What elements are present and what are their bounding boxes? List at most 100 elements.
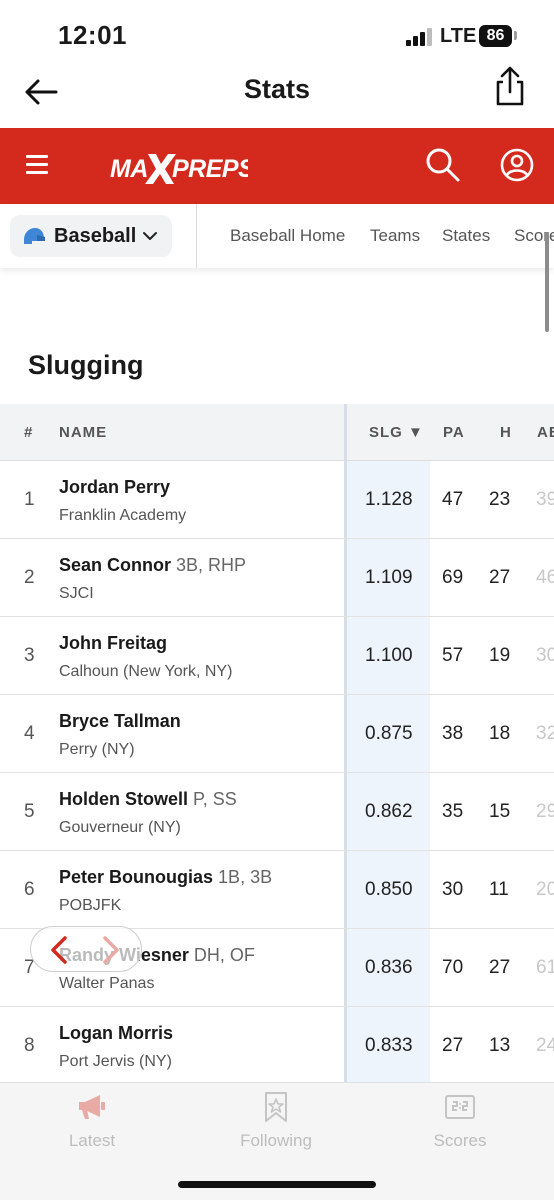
row-rank: 2	[24, 567, 35, 588]
player-name[interactable]: Sean Connor 3B, RHP	[59, 555, 246, 576]
cell-slg: 0.862	[365, 801, 413, 822]
home-indicator	[178, 1181, 376, 1188]
player-school: SJCI	[59, 585, 94, 602]
search-button[interactable]	[424, 146, 462, 184]
player-name[interactable]: Logan Morris	[59, 1023, 173, 1044]
maxpreps-header: MA PREPS	[0, 128, 554, 204]
player-name[interactable]: Bryce Tallman	[59, 711, 181, 732]
chevron-right-icon	[103, 936, 119, 964]
player-school: POBJFK	[59, 897, 122, 914]
scoreboard-icon	[445, 1095, 475, 1119]
search-icon	[426, 148, 460, 182]
table-row[interactable]: 2 Sean Connor 3B, RHP SJCI 1.109 69 27 4…	[0, 539, 554, 617]
cell-h: 23	[489, 489, 511, 510]
tab-label: Latest	[68, 1131, 116, 1150]
player-name-text: John Freitag	[59, 633, 168, 653]
player-school: Franklin Academy	[59, 507, 187, 524]
cell-slg: 0.836	[365, 957, 413, 978]
link-baseball-home[interactable]: Baseball Home	[230, 226, 345, 246]
player-school: Calhoun (New York, NY)	[59, 663, 233, 680]
cell-h: 11	[489, 879, 509, 900]
row-rank: 6	[24, 879, 35, 900]
col-slg[interactable]: SLG ▼	[369, 424, 424, 441]
cell-ab: 39	[536, 489, 554, 510]
cell-pa: 47	[442, 489, 464, 510]
link-teams[interactable]: Teams	[370, 226, 420, 246]
col-name[interactable]: NAME	[59, 424, 107, 441]
cell-ab: 61	[536, 957, 554, 978]
cell-h: 19	[489, 645, 511, 666]
status-time: 12:01	[58, 20, 127, 50]
table-row[interactable]: 8 Logan Morris Port Jervis (NY) 0.833 27…	[0, 1007, 554, 1082]
back-button[interactable]	[22, 72, 62, 112]
account-button[interactable]	[498, 146, 536, 184]
cell-pa: 69	[442, 567, 464, 588]
maxpreps-logo[interactable]: MA PREPS	[108, 148, 256, 188]
cell-slg: 0.850	[365, 879, 413, 900]
player-name-text: Sean Connor	[59, 555, 172, 575]
cell-pa: 35	[442, 801, 464, 822]
cell-ab: 24	[536, 1035, 554, 1056]
col-h[interactable]: H	[500, 424, 512, 441]
svg-text:MA: MA	[110, 155, 148, 183]
row-rank: 8	[24, 1035, 35, 1056]
player-name[interactable]: John Freitag	[59, 633, 167, 654]
table-row[interactable]: 4 Bryce Tallman Perry (NY) 0.875 38 18 3…	[0, 695, 554, 773]
battery-tip	[514, 31, 517, 40]
hamburger-menu-icon[interactable]	[26, 155, 48, 175]
table-row[interactable]: 1 Jordan Perry Franklin Academy 1.128 47…	[0, 461, 554, 539]
table-row[interactable]: 6 Peter Bounougias 1B, 3B POBJFK 0.850 3…	[0, 851, 554, 929]
player-name-text: Jordan Perry	[59, 477, 171, 497]
stats-table: # NAME SLG ▼ PA H AB 1 Jordan Perry Fran…	[0, 404, 554, 1082]
tab-following[interactable]: Following	[184, 1083, 368, 1163]
player-name[interactable]: Peter Bounougias 1B, 3B	[59, 867, 272, 888]
col-ab[interactable]: AB	[537, 424, 554, 441]
scrollbar[interactable]	[545, 232, 549, 332]
cell-slg: 1.109	[365, 567, 413, 588]
megaphone-icon	[79, 1095, 105, 1119]
player-school: Port Jervis (NY)	[59, 1053, 172, 1070]
cell-ab: 29	[536, 801, 554, 822]
cell-pa: 57	[442, 645, 464, 666]
previous-button[interactable]	[45, 935, 73, 965]
share-icon	[496, 66, 524, 106]
tab-latest[interactable]: Latest	[0, 1083, 184, 1163]
sport-label: Baseball	[54, 225, 137, 247]
back-arrow-icon	[25, 79, 58, 105]
table-header: # NAME SLG ▼ PA H AB	[0, 404, 554, 461]
cell-slg: 1.128	[365, 489, 413, 510]
row-rank: 1	[24, 489, 35, 510]
table-row[interactable]: 3 John Freitag Calhoun (New York, NY) 1.…	[0, 617, 554, 695]
maxpreps-logo-wordmark: MA PREPS	[110, 154, 256, 184]
share-button[interactable]	[490, 64, 530, 108]
player-name[interactable]: Holden Stowell P, SS	[59, 789, 237, 810]
cell-pa: 38	[442, 723, 464, 744]
table-row[interactable]: 5 Holden Stowell P, SS Gouverneur (NY) 0…	[0, 773, 554, 851]
section-title: Slugging	[28, 350, 144, 380]
page-nav-overlay	[30, 926, 142, 972]
cell-h: 18	[489, 723, 511, 744]
cell-ab: 32	[536, 723, 554, 744]
cell-h: 15	[489, 801, 511, 822]
cell-h: 27	[489, 957, 511, 978]
divider	[196, 204, 197, 268]
sport-nav-bar: Baseball Baseball Home Teams States Scor…	[0, 204, 554, 268]
cell-h: 27	[489, 567, 511, 588]
nav-bar: Stats	[0, 60, 554, 128]
sport-selector[interactable]: Baseball	[10, 215, 172, 257]
cell-slg: 0.875	[365, 723, 413, 744]
player-school: Gouverneur (NY)	[59, 819, 181, 836]
next-button[interactable]	[97, 935, 125, 965]
row-rank: 5	[24, 801, 35, 822]
cell-h: 13	[489, 1035, 511, 1056]
cell-pa: 70	[442, 957, 464, 978]
svg-text:PREPS: PREPS	[172, 155, 248, 183]
player-name[interactable]: Jordan Perry	[59, 477, 170, 498]
col-pa[interactable]: PA	[443, 424, 465, 441]
player-name-text: Peter Bounougias	[59, 867, 214, 887]
link-states[interactable]: States	[442, 226, 490, 246]
tab-scores[interactable]: Scores	[368, 1083, 552, 1163]
row-rank: 3	[24, 645, 35, 666]
player-name-text: Logan Morris	[59, 1023, 174, 1043]
baseball-helmet-icon	[24, 228, 45, 244]
